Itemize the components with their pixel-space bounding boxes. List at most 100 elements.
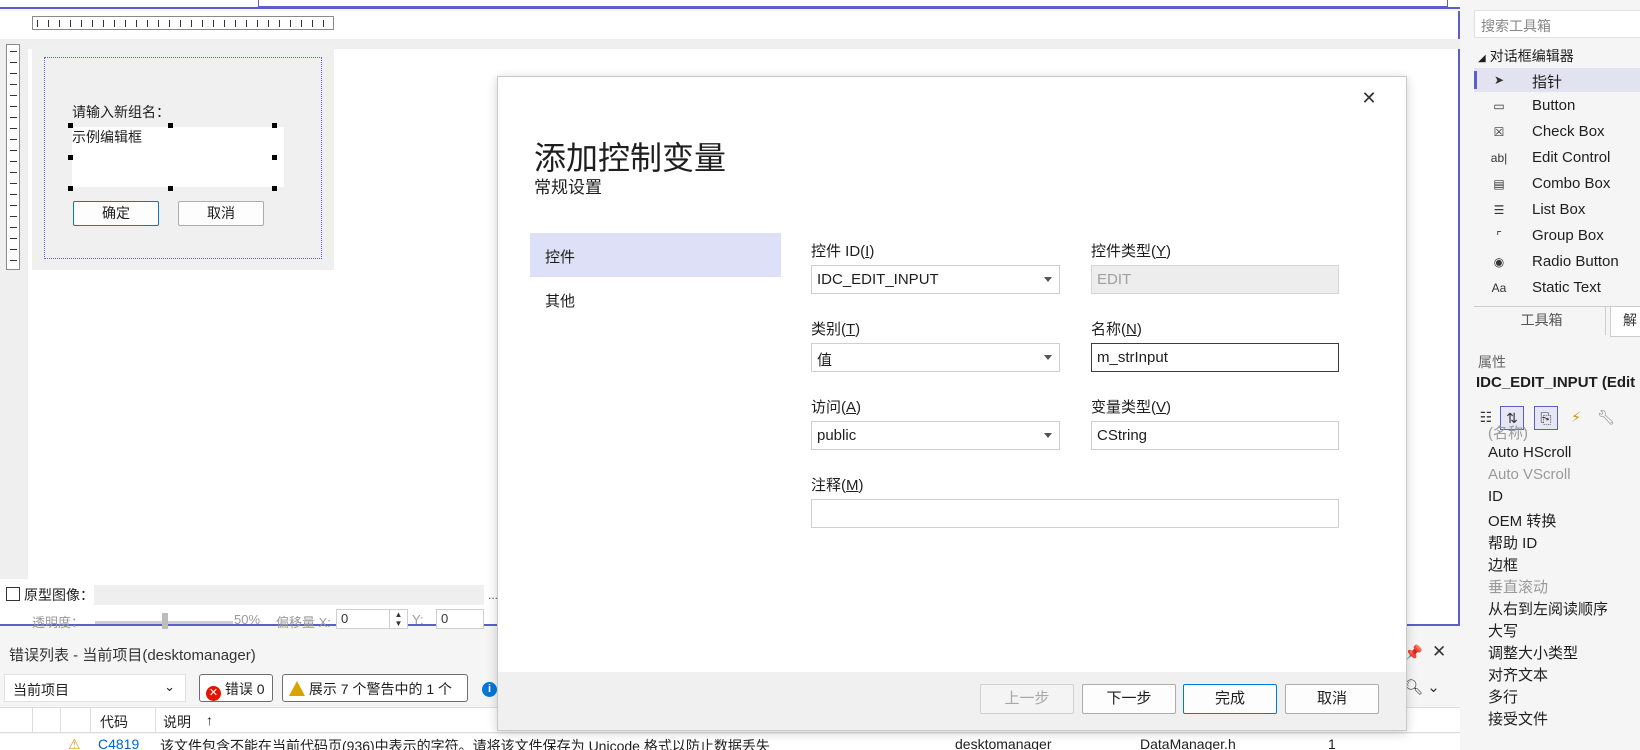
resize-handle[interactable]: [68, 186, 73, 191]
toolbox-item-pointer[interactable]: ➤ 指针: [1474, 68, 1640, 92]
access-label: 访问(A): [811, 399, 862, 416]
nav-item-control[interactable]: 控件: [530, 233, 781, 277]
resize-handle[interactable]: [168, 186, 173, 191]
error-code-link[interactable]: C4819: [98, 736, 139, 750]
toolbox-search-input[interactable]: 搜索工具箱: [1474, 10, 1640, 38]
previous-button[interactable]: 上一步: [980, 684, 1074, 714]
toolbox-item-radio-button[interactable]: ◉ Radio Button: [1474, 250, 1640, 274]
name-label: 名称(N): [1091, 321, 1142, 338]
variable-type-label: 变量类型(V): [1091, 399, 1172, 416]
prototype-checkbox[interactable]: [6, 587, 20, 601]
combobox-icon: ▤: [1493, 177, 1505, 191]
preview-cancel-button[interactable]: 取消: [178, 201, 264, 226]
finish-button[interactable]: 完成: [1183, 684, 1277, 714]
errors-filter-button[interactable]: ✕ 错误 0: [199, 674, 273, 702]
preview-ok-button[interactable]: 确定: [73, 201, 159, 226]
access-combobox[interactable]: public: [811, 421, 1060, 450]
vertical-ruler[interactable]: [6, 44, 20, 270]
toolbox-panel: 搜索工具箱 ◢ 对话框编辑器 ➤ 指针 ▭ Button ☒ Check Box …: [1464, 0, 1640, 340]
close-icon[interactable]: ✕: [1354, 83, 1384, 113]
property-row[interactable]: Auto HScroll: [1488, 444, 1638, 466]
variable-name-input[interactable]: m_strInput: [1091, 343, 1339, 372]
property-row[interactable]: 对齐文本: [1488, 664, 1638, 686]
toolbox-item-group-box[interactable]: ⌜ Group Box: [1474, 224, 1640, 248]
property-row[interactable]: 多行: [1488, 686, 1638, 708]
error-project: desktomanager: [955, 736, 1052, 750]
resize-handle[interactable]: [168, 123, 173, 128]
tab-toolbox[interactable]: 工具箱: [1478, 307, 1606, 335]
next-button[interactable]: 下一步: [1082, 684, 1176, 714]
cancel-button[interactable]: 取消: [1285, 684, 1379, 714]
table-row[interactable]: ⚠ C4819 该文件包含不能在当前代码页(936)中表示的字符。请将该文件保存…: [0, 734, 1460, 750]
edit-control-icon: ab|: [1490, 151, 1508, 165]
control-id-combobox[interactable]: IDC_EDIT_INPUT: [811, 265, 1060, 294]
resize-handle[interactable]: [272, 186, 277, 191]
toolbox-group-header[interactable]: ◢ 对话框编辑器: [1478, 46, 1574, 66]
variable-type-input[interactable]: CString: [1091, 421, 1339, 450]
spinner-arrows-icon[interactable]: ▲ ▼: [389, 610, 407, 628]
resize-handle[interactable]: [272, 123, 277, 128]
dialog-footer: 上一步 下一步 完成 取消: [498, 672, 1406, 730]
edit-control-sample[interactable]: 示例编辑框: [72, 127, 284, 187]
info-icon[interactable]: i: [482, 682, 497, 697]
column-description[interactable]: 说明: [163, 712, 191, 732]
property-row[interactable]: 垂直滚动: [1488, 576, 1638, 598]
chevron-down-icon: ⌄: [164, 679, 175, 694]
button-icon: ▭: [1493, 99, 1505, 113]
groupbox-icon: ⌜: [1496, 229, 1502, 243]
offset-y-spinner[interactable]: 0: [436, 609, 484, 629]
toolbox-item-button[interactable]: ▭ Button: [1474, 94, 1640, 118]
transparency-slider-thumb[interactable]: [162, 613, 168, 629]
pointer-icon: ➤: [1493, 73, 1505, 87]
search-icon[interactable]: 🔍︎ ⌄: [1404, 678, 1440, 696]
edit-control-text: 示例编辑框: [72, 129, 142, 145]
prototype-label: 原型图像：: [24, 587, 94, 603]
resize-handle[interactable]: [68, 155, 73, 160]
property-row[interactable]: OEM 转换: [1488, 510, 1638, 532]
scope-select[interactable]: 当前项目 ⌄: [4, 674, 186, 702]
property-row[interactable]: ID: [1488, 488, 1638, 510]
radio-icon: ◉: [1493, 255, 1505, 269]
offset-x-spinner[interactable]: 0 ▲ ▼: [336, 609, 408, 629]
toolbox-item-combo-box[interactable]: ▤ Combo Box: [1474, 172, 1640, 196]
category-combobox[interactable]: 值: [811, 343, 1060, 372]
property-row[interactable]: 边框: [1488, 554, 1638, 576]
horizontal-ruler[interactable]: [32, 16, 334, 30]
toolbox-item-static-text[interactable]: Aa Static Text: [1474, 276, 1640, 300]
toolbox-item-edit-control[interactable]: ab| Edit Control: [1474, 146, 1640, 170]
properties-title: 属性: [1478, 354, 1506, 370]
close-icon[interactable]: ✕: [1432, 642, 1446, 662]
control-type-field: EDIT: [1091, 265, 1339, 294]
column-code[interactable]: 代码: [100, 712, 128, 732]
property-row[interactable]: (名称): [1488, 422, 1638, 444]
toolbox-item-list-box[interactable]: ☰ List Box: [1474, 198, 1640, 222]
properties-object-name[interactable]: IDC_EDIT_INPUT (Edit: [1476, 374, 1635, 391]
property-row[interactable]: 从右到左阅读顺序: [1488, 598, 1638, 620]
property-row[interactable]: 帮助 ID: [1488, 532, 1638, 554]
toolbox-tabs: 工具箱 解: [1474, 306, 1640, 337]
error-description: 该文件包含不能在当前代码页(936)中表示的字符。请将该文件保存为 Unicod…: [160, 738, 770, 750]
prototype-path-field[interactable]: [94, 585, 484, 605]
static-label-new-group[interactable]: 请输入新组名：: [72, 102, 170, 122]
static-text-icon: Aa: [1491, 281, 1507, 295]
nav-item-other[interactable]: 其他: [530, 277, 781, 321]
error-line: 1: [1328, 736, 1336, 750]
property-row[interactable]: 调整大小类型: [1488, 642, 1638, 664]
comment-input[interactable]: [811, 499, 1339, 528]
checkbox-icon: ☒: [1493, 125, 1505, 139]
warnings-filter-button[interactable]: 展示 7 个警告中的 1 个: [282, 674, 468, 702]
resize-handle[interactable]: [272, 155, 277, 160]
property-row[interactable]: 大写: [1488, 620, 1638, 642]
warning-icon: [289, 681, 305, 696]
error-icon: ✕: [206, 686, 221, 701]
property-row[interactable]: 接受文件: [1488, 708, 1638, 730]
path-box: [258, 0, 1448, 7]
dialog-subtitle: 常规设置: [534, 178, 602, 197]
add-control-variable-dialog: ✕ 添加控制变量 常规设置 控件 其他 控件 ID(I) IDC_EDIT_IN…: [497, 76, 1407, 731]
sort-ascending-icon[interactable]: ↑: [206, 712, 213, 728]
resize-handle[interactable]: [68, 123, 73, 128]
property-row[interactable]: Auto VScroll: [1488, 466, 1638, 488]
dialog-preview[interactable]: 请输入新组名： 示例编辑框 确定 取消: [32, 44, 334, 270]
toolbox-item-check-box[interactable]: ☒ Check Box: [1474, 120, 1640, 144]
tab-solution[interactable]: 解: [1610, 307, 1640, 337]
